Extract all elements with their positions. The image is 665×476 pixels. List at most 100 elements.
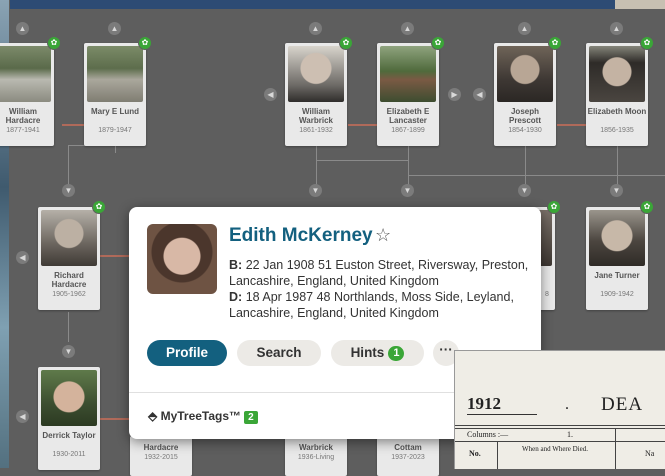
leaf-hint-icon[interactable]: ✿ xyxy=(48,37,60,49)
person-card[interactable]: William Hardacre 1877-1941 xyxy=(0,43,54,146)
person-years: 1937-2023 xyxy=(391,454,425,461)
tree-line xyxy=(62,124,84,126)
chevron-right-icon[interactable]: ▶ xyxy=(448,88,461,101)
person-years: 1867-1899 xyxy=(391,127,425,134)
chevron-down-icon[interactable]: ▼ xyxy=(610,184,623,197)
person-card[interactable]: Derrick Taylor 1930-2011 xyxy=(38,367,100,470)
birth-label: B: xyxy=(229,258,243,272)
death-label: D: xyxy=(229,290,243,304)
leaf-hint-icon[interactable]: ✿ xyxy=(548,201,560,213)
tree-line xyxy=(557,124,586,126)
when-column-header: When and Where Died. xyxy=(522,445,588,453)
chevron-down-icon[interactable]: ▼ xyxy=(518,184,531,197)
tree-line xyxy=(100,255,130,257)
portrait-photo xyxy=(288,46,344,102)
name-column-header: Na xyxy=(645,449,655,458)
tree-line xyxy=(525,145,526,185)
person-name: Richard Hardacre xyxy=(51,271,87,289)
person-portrait xyxy=(147,224,217,294)
leaf-hint-icon[interactable]: ✿ xyxy=(549,37,561,49)
hints-count-badge: 1 xyxy=(388,346,405,361)
leaf-hint-icon[interactable]: ✿ xyxy=(641,37,653,49)
person-years: 1854-1930 xyxy=(508,127,542,134)
document-year: 1912 xyxy=(467,394,501,413)
person-card[interactable]: Joseph Prescott 1854-1930 xyxy=(494,43,556,146)
person-name: William Warbrick xyxy=(299,107,333,125)
background-photo-corner xyxy=(615,0,665,9)
tree-line xyxy=(348,124,377,126)
document-rule xyxy=(455,425,665,426)
header-bar xyxy=(10,0,615,9)
leaf-hint-icon[interactable]: ✿ xyxy=(432,37,444,49)
person-name: Hardacre xyxy=(143,443,179,452)
tree-line xyxy=(68,312,69,342)
person-name-link[interactable]: Edith McKerney xyxy=(229,225,373,247)
tags-count-badge: 2 xyxy=(244,411,258,424)
tree-line xyxy=(316,145,317,185)
person-name: Joseph Prescott xyxy=(508,107,541,125)
chevron-up-icon[interactable]: ▲ xyxy=(108,22,121,35)
portrait-photo xyxy=(41,210,97,266)
document-column-line xyxy=(615,428,616,469)
no-column-header: No. xyxy=(469,449,481,458)
chevron-down-icon[interactable]: ▼ xyxy=(62,345,75,358)
person-name: Derrick Taylor xyxy=(42,431,96,440)
birth-details: 22 Jan 1908 51 Euston Street, Riversway,… xyxy=(229,258,529,288)
tags-label: MyTreeTags™ xyxy=(160,409,242,423)
portrait-photo xyxy=(589,210,645,266)
person-card[interactable]: Cottam 1937-2023 xyxy=(377,436,439,476)
house-photo xyxy=(380,46,436,102)
death-details: 18 Apr 1987 48 Northlands, Moss Side, Le… xyxy=(229,290,514,320)
document-dot: . xyxy=(565,396,569,413)
chevron-left-icon[interactable]: ◀ xyxy=(264,88,277,101)
person-name: Elizabeth Moon xyxy=(587,107,647,116)
leaf-hint-icon[interactable]: ✿ xyxy=(340,37,352,49)
document-rule xyxy=(455,441,665,442)
chevron-down-icon[interactable]: ▼ xyxy=(401,184,414,197)
hints-button[interactable]: Hints 1 xyxy=(331,340,424,366)
document-underline xyxy=(467,414,537,415)
tree-line xyxy=(408,175,665,176)
search-button[interactable]: Search xyxy=(237,340,321,366)
person-years: 1856-1935 xyxy=(600,127,634,134)
person-card[interactable]: Mary E Lund 1879-1947 xyxy=(84,43,146,146)
profile-button[interactable]: Profile xyxy=(147,340,227,366)
person-card[interactable]: William Warbrick 1861-1932 xyxy=(285,43,347,146)
star-icon[interactable]: ☆ xyxy=(375,225,391,246)
column-number: 1. xyxy=(567,430,573,439)
chevron-up-icon[interactable]: ▲ xyxy=(16,22,29,35)
chevron-left-icon[interactable]: ◀ xyxy=(16,410,29,423)
chevron-up-icon[interactable]: ▲ xyxy=(518,22,531,35)
chevron-up-icon[interactable]: ▲ xyxy=(610,22,623,35)
person-card[interactable]: Elizabeth Moon 1856-1935 xyxy=(586,43,648,146)
person-card[interactable]: Richard Hardacre 1905-1962 xyxy=(38,207,100,310)
person-card[interactable]: Jane Turner 1909-1942 xyxy=(586,207,648,310)
chevron-down-icon[interactable]: ▼ xyxy=(62,184,75,197)
person-years: 1932-2015 xyxy=(144,454,178,461)
death-fact: D: 18 Apr 1987 48 Northlands, Moss Side,… xyxy=(229,289,529,321)
grave-photo xyxy=(87,46,143,102)
chevron-up-icon[interactable]: ▲ xyxy=(401,22,414,35)
person-card[interactable]: Elizabeth E Lancaster 1867-1899 xyxy=(377,43,439,146)
tree-line xyxy=(617,145,618,185)
leaf-hint-icon[interactable]: ✿ xyxy=(641,201,653,213)
person-years: 1930-2011 xyxy=(52,451,86,458)
person-card[interactable]: Hardacre 1932-2015 xyxy=(130,436,192,476)
chevron-up-icon[interactable]: ▲ xyxy=(309,22,322,35)
person-years: 1861-1932 xyxy=(299,127,333,134)
person-years: 1936-Living xyxy=(297,454,335,461)
chevron-down-icon[interactable]: ▼ xyxy=(309,184,322,197)
portrait-photo xyxy=(41,370,97,426)
grave-photo xyxy=(0,46,51,102)
person-years: 1909-1942 xyxy=(600,291,634,298)
leaf-hint-icon[interactable]: ✿ xyxy=(139,37,151,49)
chevron-left-icon[interactable]: ◀ xyxy=(16,251,29,264)
person-name: Cottam xyxy=(394,443,422,452)
portrait-photo xyxy=(497,46,553,102)
person-name: Jane Turner xyxy=(594,271,640,280)
tree-line xyxy=(115,145,116,153)
person-card[interactable]: Warbrick 1936-Living xyxy=(285,436,347,476)
chevron-left-icon[interactable]: ◀ xyxy=(473,88,486,101)
leaf-hint-icon[interactable]: ✿ xyxy=(93,201,105,213)
mytreetags-link[interactable]: ⬘ MyTreeTags™ 2 xyxy=(148,409,258,424)
